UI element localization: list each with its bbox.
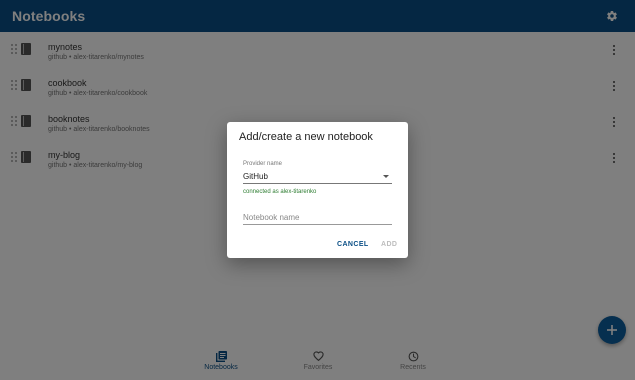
provider-value: GitHub — [243, 172, 268, 181]
notebook-name-input[interactable] — [243, 210, 392, 225]
add-button[interactable]: ADD — [381, 241, 397, 248]
dialog-title: Add/create a new notebook — [239, 131, 373, 143]
cancel-button[interactable]: CANCEL — [337, 241, 369, 248]
add-notebook-dialog: Add/create a new notebook Provider name … — [227, 122, 408, 258]
dropdown-arrow-icon — [383, 175, 389, 178]
app-root: Notebooks mynotes github • alex-titarenk… — [0, 0, 635, 380]
provider-label: Provider name — [243, 161, 283, 167]
provider-select[interactable]: GitHub — [243, 170, 392, 184]
connection-status: connected as alex-titarenko — [243, 189, 317, 195]
